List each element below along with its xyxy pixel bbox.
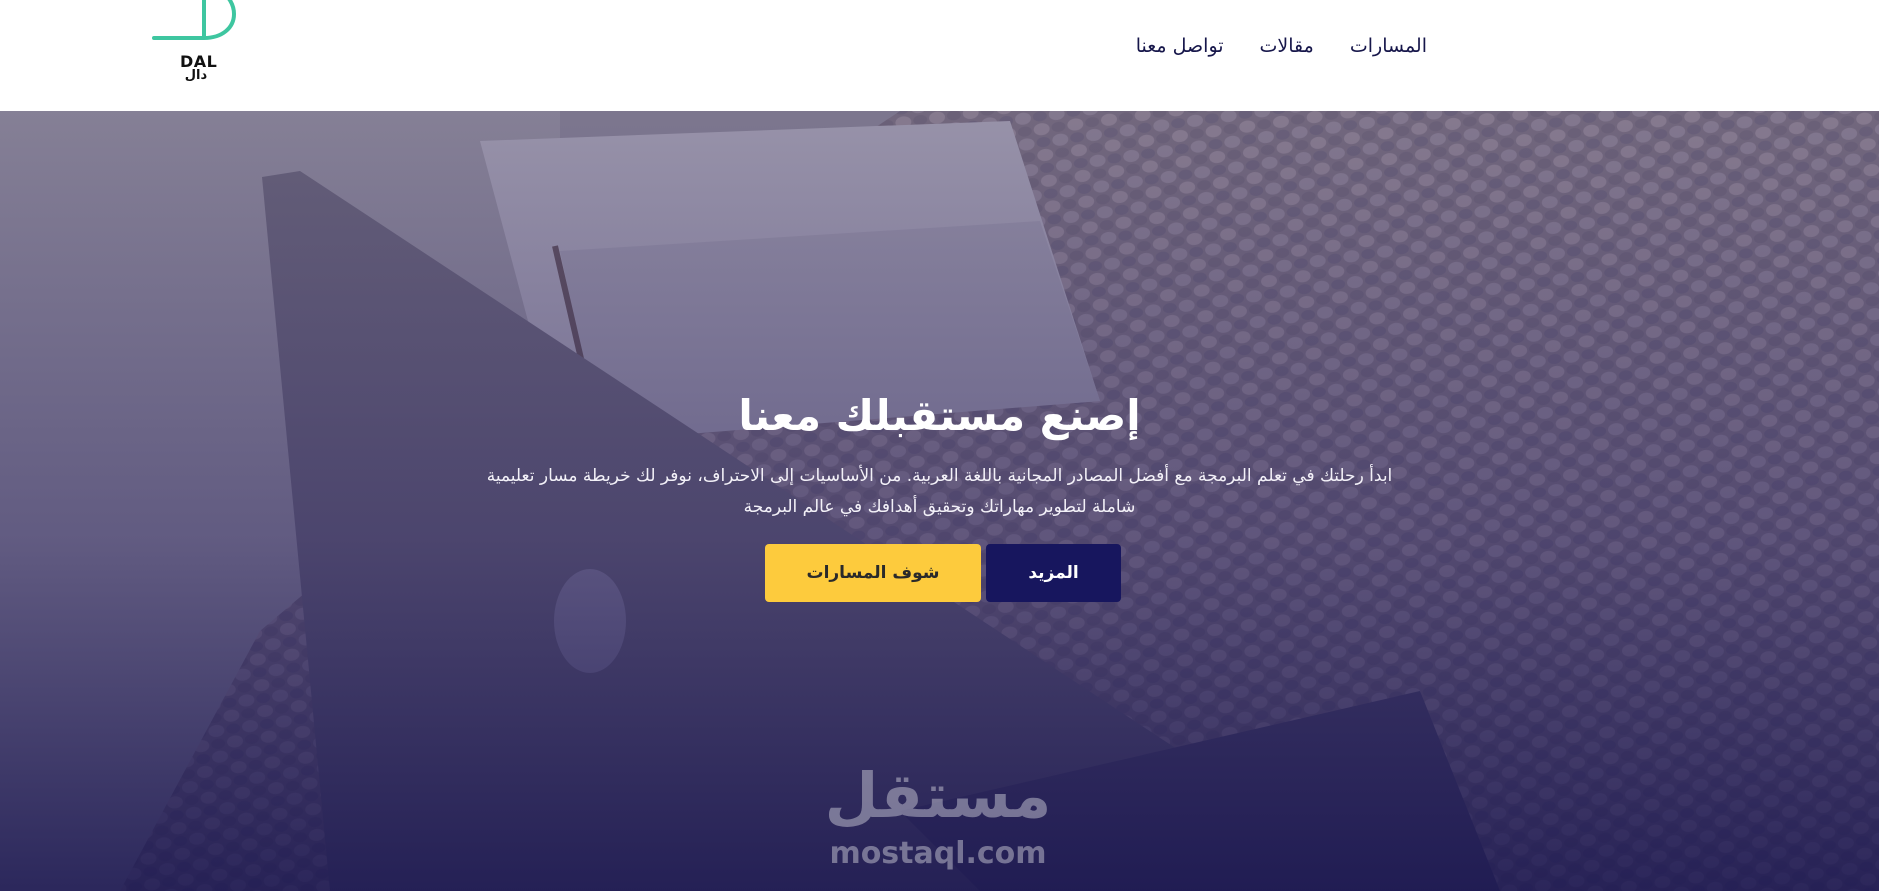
hero-section: إصنع مستقبلك معنا ابدأ رحلتك في تعلم الب…: [0, 111, 1879, 891]
nav-item-tracks[interactable]: المسارات: [1350, 35, 1427, 57]
dal-logo[interactable]: DAL دال: [150, 0, 240, 90]
more-button[interactable]: المزيد: [986, 544, 1121, 602]
nav-item-contact[interactable]: تواصل معنا: [1136, 35, 1224, 57]
site-header: DAL دال تواصل معنا مقالات المسارات: [0, 0, 1879, 111]
watermark-text-ar: مستقل: [824, 759, 1052, 832]
dal-logo-mark-icon: [152, 0, 237, 40]
mostaql-watermark: مستقل mostaql.com: [822, 756, 1054, 881]
hero-description: ابدأ رحلتك في تعلم البرمجة مع أفضل المصا…: [486, 466, 1393, 517]
main-nav: تواصل معنا مقالات المسارات: [1136, 31, 1427, 61]
logo-text-ar: دال: [184, 68, 208, 83]
watermark-text-en: mostaql.com: [829, 836, 1047, 871]
hero-title: إصنع مستقبلك معنا: [738, 391, 1141, 440]
view-tracks-button[interactable]: شوف المسارات: [765, 544, 981, 602]
nav-item-articles[interactable]: مقالات: [1260, 35, 1314, 57]
